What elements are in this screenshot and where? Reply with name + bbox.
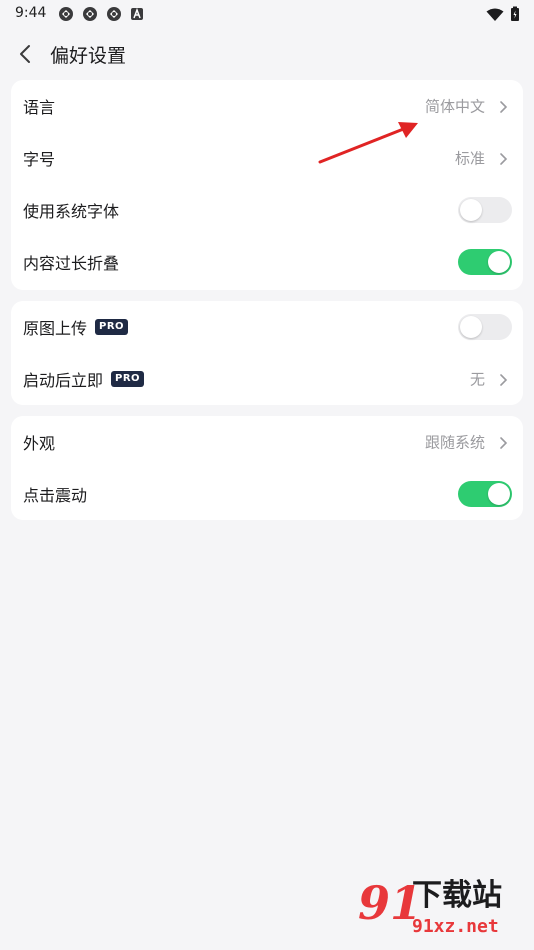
setting-row-system-font: 使用系统字体: [11, 184, 523, 236]
toggle-knob: [488, 483, 510, 505]
toggle-knob: [488, 251, 510, 273]
setting-value: 跟随系统: [424, 433, 485, 452]
sync-icon: [106, 6, 122, 26]
original-upload-toggle[interactable]: [458, 314, 512, 340]
a-letter-icon: [130, 6, 144, 26]
setting-label: 原图上传 PRO: [23, 315, 129, 339]
setting-label: 语言: [23, 98, 56, 117]
setting-label: 内容过长折叠: [23, 254, 120, 273]
setting-row-language[interactable]: 语言 简体中文: [11, 80, 523, 132]
sync-icon: [82, 6, 98, 26]
watermark-url: 91xz.net: [412, 916, 499, 937]
annotation-arrow-icon: [318, 122, 418, 164]
chevron-right-icon: [497, 99, 509, 113]
status-bar: 9:44: [0, 0, 534, 28]
toggle-knob: [460, 316, 482, 338]
settings-group-appearance: 外观 跟随系统 点击震动: [11, 416, 523, 520]
watermark-logo: 91 下载站 91xz.net: [358, 876, 528, 946]
notification-icons: [58, 6, 144, 26]
chevron-right-icon: [497, 372, 509, 386]
wifi-icon: [486, 7, 504, 26]
setting-label: 外观: [23, 434, 56, 453]
battery-icon: [510, 6, 520, 26]
setting-row-appearance[interactable]: 外观 跟随系统: [11, 416, 523, 468]
pro-badge: PRO: [111, 371, 145, 387]
tap-vibration-toggle[interactable]: [458, 481, 512, 507]
pro-badge: PRO: [95, 319, 129, 335]
setting-label: 字号: [23, 150, 56, 169]
page-title: 偏好设置: [50, 45, 127, 67]
sync-icon: [58, 6, 74, 26]
setting-label: 使用系统字体: [23, 202, 120, 221]
setting-row-original-upload: 原图上传 PRO: [11, 301, 523, 353]
watermark-text: 下载站: [412, 878, 502, 913]
status-time: 9:44: [15, 5, 47, 21]
setting-label-text: 原图上传: [23, 319, 88, 338]
setting-value: 无: [469, 370, 485, 389]
chevron-right-icon: [497, 435, 509, 449]
setting-label: 点击震动: [23, 486, 88, 505]
setting-row-tap-vibration: 点击震动: [11, 468, 523, 520]
back-button[interactable]: [14, 42, 38, 66]
setting-value: 标准: [454, 149, 485, 168]
chevron-right-icon: [497, 151, 509, 165]
app-header: 偏好设置: [0, 36, 534, 72]
settings-group-general: 语言 简体中文 字号 标准 使用系统字体 内容过长折叠: [11, 80, 523, 290]
setting-label: 启动后立即 PRO: [23, 367, 145, 391]
system-font-toggle[interactable]: [458, 197, 512, 223]
setting-row-fold-long-content: 内容过长折叠: [11, 236, 523, 288]
toggle-knob: [460, 199, 482, 221]
fold-long-content-toggle[interactable]: [458, 249, 512, 275]
chevron-left-icon: [20, 45, 30, 63]
setting-label-text: 启动后立即: [23, 371, 104, 390]
setting-value: 简体中文: [424, 97, 485, 116]
setting-row-font-size[interactable]: 字号 标准: [11, 132, 523, 184]
settings-group-pro: 原图上传 PRO 启动后立即 PRO 无: [11, 301, 523, 405]
status-right-icons: [486, 6, 520, 26]
setting-row-on-launch[interactable]: 启动后立即 PRO 无: [11, 353, 523, 405]
